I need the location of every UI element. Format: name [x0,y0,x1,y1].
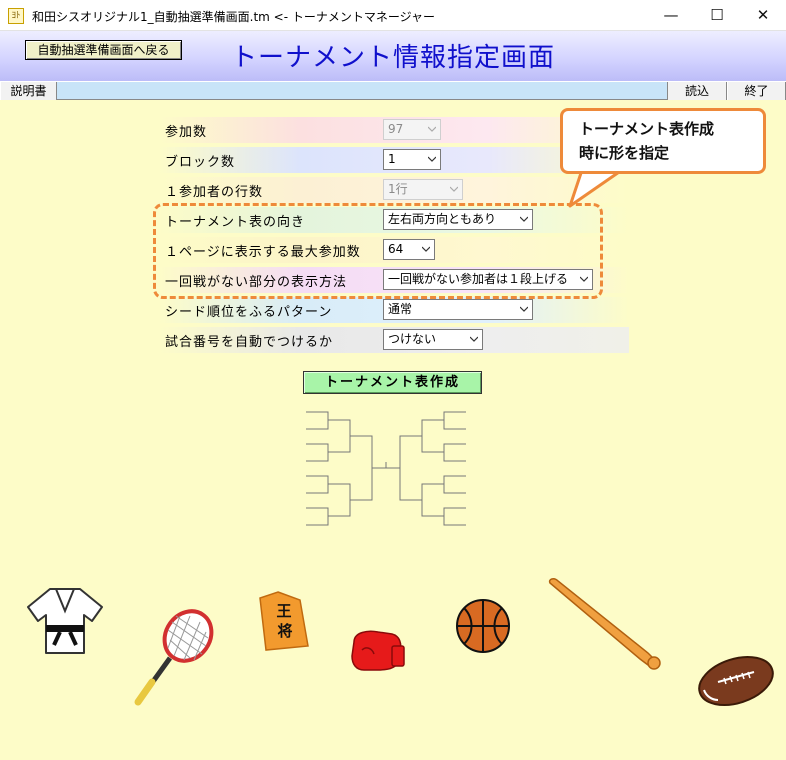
auto-match-number-value: つけない [388,332,437,346]
blocks-value: 1 [388,152,396,166]
minimize-button[interactable]: — [648,0,694,31]
app-icon: ﾖﾄ [8,8,24,24]
form-row-blocks: ブロック数 1 [159,147,629,173]
lines-per-participant-label: １参加者の行数 [165,185,264,200]
participants-value: 97 [388,122,404,136]
blocks-label: ブロック数 [165,155,236,170]
create-tournament-button[interactable]: トーナメント表作成 [303,371,482,394]
baseball-bat-icon [548,578,661,670]
highlight-frame [153,203,603,299]
chevron-down-icon [428,125,436,133]
maximize-button[interactable]: ☐ [694,0,740,31]
callout-text: トーナメント表作成 時に形を指定 [579,117,714,165]
lines-per-participant-select[interactable]: 1行 [383,179,463,200]
chevron-down-icon [470,335,478,343]
basketball-icon [456,599,510,653]
window-title: 和田シスオリジナル1_自動抽選準備画面.tm <- トーナメントマネージャー [32,10,436,24]
shogi-piece-icon: 王 将 [259,591,309,651]
window-titlebar: ﾖﾄ 和田シスオリジナル1_自動抽選準備画面.tm <- トーナメントマネージャ… [0,0,786,31]
callout-line2: 時に形を指定 [579,144,670,162]
seed-pattern-value: 通常 [388,302,413,316]
auto-match-number-label: 試合番号を自動でつけるか [165,335,334,350]
page-title: トーナメント情報指定画面 [231,43,556,73]
form-row-participants: 参加数 97 [159,117,629,143]
close-button[interactable]: ✕ [740,0,786,31]
exit-button[interactable]: 終了 [727,82,786,100]
form-row-auto-match-number: 試合番号を自動でつけるか つけない [159,327,629,353]
lines-per-participant-value: 1行 [388,182,408,196]
back-to-auto-draw-button[interactable]: 自動抽選準備画面へ戻る [25,40,182,60]
manual-button[interactable]: 説明書 [0,82,57,100]
menubar: 説明書 読込 終了 [0,81,786,100]
read-button[interactable]: 読込 [667,82,727,100]
blocks-select[interactable]: 1 [383,149,441,170]
tennis-racket-icon [134,609,214,706]
seed-pattern-select[interactable]: 通常 [383,299,533,320]
rugby-ball-icon [698,656,774,706]
callout-line1: トーナメント表作成 [579,120,715,138]
participants-select[interactable]: 97 [383,119,441,140]
page-header: 自動抽選準備画面へ戻る トーナメント情報指定画面 [0,31,786,81]
shogi-char-king: 王 [276,602,291,620]
seed-pattern-label: シード順位をふるパターン [165,305,333,320]
auto-match-number-select[interactable]: つけない [383,329,483,350]
form-row-lines-per-participant: １参加者の行数 1行 [159,177,629,203]
form-row-seed-pattern: シード順位をふるパターン 通常 [159,297,629,323]
shogi-char-general: 将 [277,622,292,640]
chevron-down-icon [450,185,458,193]
participants-label: 参加数 [165,125,208,140]
judo-gi-icon [27,588,103,654]
callout-box: トーナメント表作成 時に形を指定 [560,108,766,174]
boxing-glove-icon [351,630,405,671]
bracket-illustration-icon [306,411,466,526]
chevron-down-icon [428,155,436,163]
chevron-down-icon [520,305,528,313]
